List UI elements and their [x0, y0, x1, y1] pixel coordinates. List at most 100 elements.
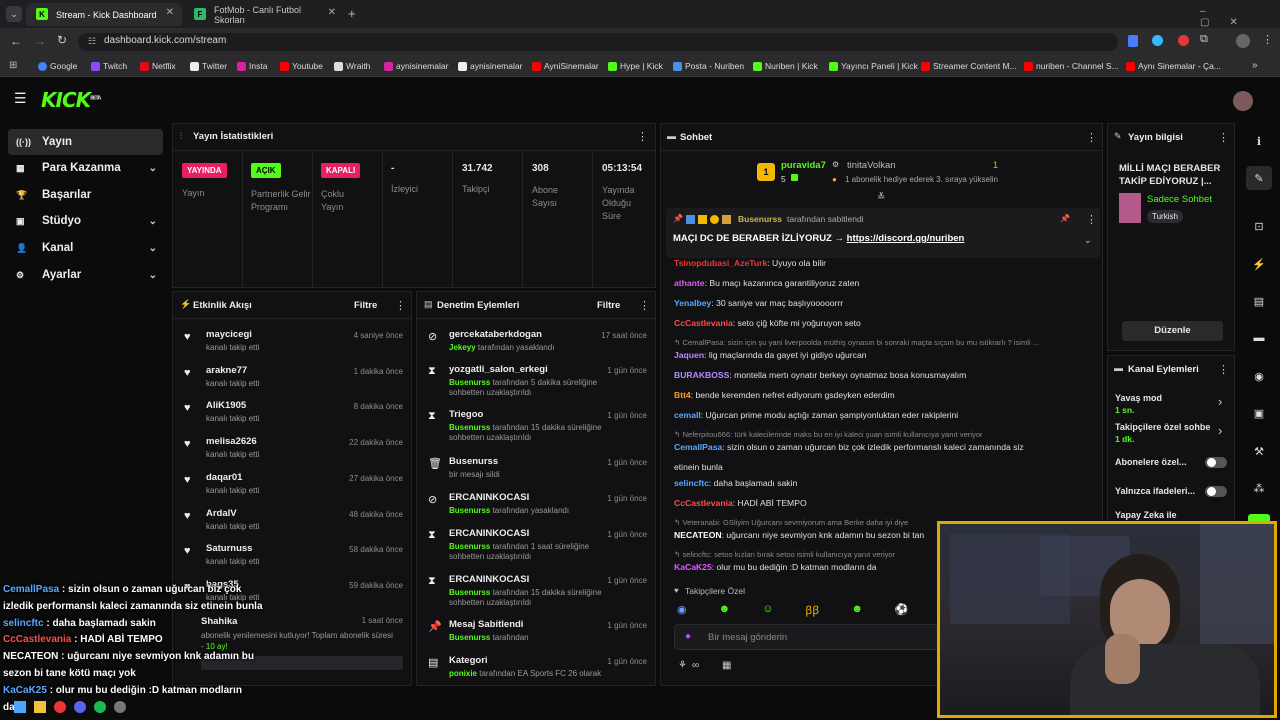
edit-button[interactable]: Düzenle	[1122, 321, 1223, 341]
bookmark-aynisinemalar-x[interactable]: aynisinemalar	[458, 61, 522, 71]
spotify-icon[interactable]	[94, 701, 106, 713]
bookmark-netflix[interactable]: Netflix	[140, 61, 176, 71]
capture-icon[interactable]: ⊡	[1246, 214, 1272, 238]
chat-username[interactable]: BURAKBOSS	[674, 370, 729, 380]
chevron-right-icon[interactable]: ›	[1218, 394, 1222, 409]
chat-username[interactable]: Tsinopdubasi_AzeTurk	[674, 258, 767, 268]
windows-start-icon[interactable]	[14, 701, 26, 713]
expand-icon[interactable]: ≚	[877, 192, 885, 203]
chat-message[interactable]: selincftc: daha başlamadı sakin	[674, 478, 1094, 488]
actor-name[interactable]: Busenurss	[449, 588, 490, 597]
lightning-icon[interactable]: ⚡	[1246, 252, 1272, 276]
chat-username[interactable]: Btt4	[674, 390, 691, 400]
window-controls[interactable]: –▢✕	[1200, 6, 1280, 28]
list-item[interactable]: ▤ Kategori 1 gün önce ponixie tarafından EA…	[417, 651, 655, 693]
close-tab-icon[interactable]: ✕	[166, 7, 174, 18]
list-item[interactable]: ⧗ ERCANINKOCASI 1 gün önce Busenurss tarafı…	[417, 570, 655, 612]
chat-input[interactable]: ● Bir mesaj gönderin	[674, 624, 944, 650]
gift-shop-icon[interactable]: ▦	[722, 660, 731, 671]
infinity-icon[interactable]: ∞	[692, 660, 699, 671]
bookmark-google[interactable]: Google	[38, 61, 77, 71]
chat-message[interactable]: CemallPasa: sizin olsun o zaman uğurcan …	[674, 442, 1094, 452]
new-tab-button[interactable]: +	[348, 6, 356, 21]
chevron-down-icon[interactable]: ⌄	[1084, 235, 1092, 246]
panel-menu-icon[interactable]: ⋮	[637, 130, 648, 143]
layout-icon[interactable]: ▣	[1246, 401, 1272, 425]
chat-message[interactable]: Btt4: bende keremden nefret ediyorum gsd…	[674, 390, 1094, 400]
forward-icon[interactable]: →	[34, 34, 46, 48]
apps-grid-icon[interactable]: ⊞	[9, 60, 17, 71]
bookmark-aynisinemalar[interactable]: aynisinemalar	[384, 61, 448, 71]
chat-username[interactable]: Jaquen	[674, 350, 704, 360]
pinned-by-user[interactable]: Busenurss	[738, 214, 782, 224]
bookmark-youtube[interactable]: Youtube	[280, 61, 323, 71]
panel-menu-icon[interactable]: ⋮	[1086, 131, 1097, 144]
chat-username[interactable]: Yenalbey	[674, 298, 711, 308]
info-icon[interactable]: ℹ	[1246, 129, 1272, 153]
microphone-icon[interactable]: ●	[685, 631, 691, 642]
chat-username[interactable]: cemall	[674, 410, 701, 420]
tab-search-button[interactable]: ⌄	[6, 6, 22, 22]
tab-fotmob[interactable]: F FotMob - Canlı Futbol Skorları ✕	[184, 3, 344, 26]
profile-avatar[interactable]	[1236, 34, 1250, 48]
filter-button[interactable]: Filtre	[354, 300, 377, 311]
sidebar-item-yayin[interactable]: ((·)) Yayın	[8, 129, 163, 155]
chat-message[interactable]: Tsinopdubasi_AzeTurk: Uyuyo ola bilir	[674, 258, 1094, 268]
back-icon[interactable]: ←	[10, 34, 22, 48]
bookmark-hype-kick[interactable]: Hype | Kick	[608, 61, 663, 71]
actor-name[interactable]: ponixie	[449, 669, 477, 678]
list-item[interactable]: ♥ Saturnuss kanalı takip etti 58 dakika önc…	[173, 539, 411, 573]
list-item[interactable]: ⧗ ERCANINKOCASI 1 gün önce Busenurss tarafı…	[417, 524, 655, 566]
panel-menu-icon[interactable]: ⋮	[395, 299, 406, 312]
sidebar-item-studyo[interactable]: ▣ Stüdyo ⌄	[8, 208, 163, 234]
emote-icon[interactable]: ☺	[762, 603, 773, 619]
pinned-link[interactable]: https://discord.gg/nuriben	[847, 233, 965, 244]
chat-message[interactable]: athante: Bu maçı kazanınca garantiliyoru…	[674, 278, 1094, 288]
nodes-icon[interactable]: ⁂	[1246, 476, 1272, 500]
emote-icon[interactable]: ꞵꞵ	[805, 603, 819, 619]
actor-name[interactable]: Jekeyy	[449, 343, 476, 352]
list-item[interactable]: ♥ AliK1905 kanalı takip etti 8 dakika önce	[173, 396, 411, 430]
panel-menu-icon[interactable]: ⋮	[1218, 131, 1229, 144]
top-gifter-name[interactable]: puravida7	[781, 160, 826, 171]
extensions-puzzle-icon[interactable]: ⧉	[1200, 33, 1208, 46]
discord-icon[interactable]	[74, 701, 86, 713]
filter-button[interactable]: Filtre	[597, 300, 620, 311]
list-item[interactable]: ♥ arakne77 kanalı takip etti 1 dakika önce	[173, 361, 411, 395]
kick-logo[interactable]: KICKBETA	[41, 88, 101, 112]
chat-username[interactable]: CemallPasa	[674, 442, 722, 452]
extension-shield-icon[interactable]	[1128, 35, 1138, 47]
bookmark-nuriben-channel[interactable]: nuriben - Channel S...	[1024, 61, 1119, 71]
list-item[interactable]: ⧗ Triegoo 1 gün önce Busenurss tarafından 1…	[417, 405, 655, 447]
sub-only-toggle[interactable]	[1205, 457, 1227, 468]
file-explorer-icon[interactable]	[34, 701, 46, 713]
chat-message[interactable]: BURAKBOSS: montella mertı oynatır berkey…	[674, 370, 1094, 380]
bookmark-yayinci-paneli[interactable]: Yayıncı Paneli | Kick	[829, 61, 918, 71]
site-info-icon[interactable]: ☷	[88, 36, 96, 47]
pinned-menu-icon[interactable]: ⋮	[1086, 213, 1097, 226]
list-item[interactable]: ♥ ArdaIV kanalı takip etti 48 dakika önce	[173, 504, 411, 538]
chat-settings-icon[interactable]: ⚘	[678, 660, 687, 671]
chrome-icon[interactable]	[54, 701, 66, 713]
broadcast-icon[interactable]: ◉	[1246, 364, 1272, 388]
sidebar-item-para-kazanma[interactable]: ▦ Para Kazanma ⌄	[8, 155, 163, 181]
tab-kick-dashboard[interactable]: K Stream - Kick Dashboard ✕	[26, 3, 182, 26]
actor-name[interactable]: Busenurss	[449, 423, 490, 432]
chevron-right-icon[interactable]: ›	[1218, 423, 1222, 438]
chat-message[interactable]: cemall: Uğurcan prime modu açtığı zaman …	[674, 410, 1094, 420]
actor-name[interactable]: Busenurss	[449, 542, 490, 551]
chat-username[interactable]: selincftc	[674, 478, 709, 488]
bookmark-insta[interactable]: Insta	[237, 61, 267, 71]
list-item[interactable]: ♥ melisa2626 kanalı takip etti 22 dakika ön…	[173, 432, 411, 466]
emote-icon[interactable]: ◉	[677, 603, 687, 619]
actor-name[interactable]: Busenurss	[449, 378, 490, 387]
category-name[interactable]: Sadece Sohbet	[1147, 194, 1212, 205]
actor-name[interactable]: Busenurss	[449, 633, 490, 642]
sidebar-item-kanal[interactable]: 👤 Kanal ⌄	[8, 235, 163, 261]
bookmarks-more-icon[interactable]: »	[1252, 60, 1258, 71]
chat-username[interactable]: CcCastlevania	[674, 318, 733, 328]
url-field[interactable]: dashboard.kick.com/stream	[78, 33, 1118, 51]
chat-message[interactable]: CcCastlevania: HADİ ABİ TEMPO	[674, 498, 1094, 508]
bookmark-aynisinemalar-yt[interactable]: AyniSinemalar	[532, 61, 599, 71]
hamburger-menu-icon[interactable]: ☰	[14, 90, 27, 107]
